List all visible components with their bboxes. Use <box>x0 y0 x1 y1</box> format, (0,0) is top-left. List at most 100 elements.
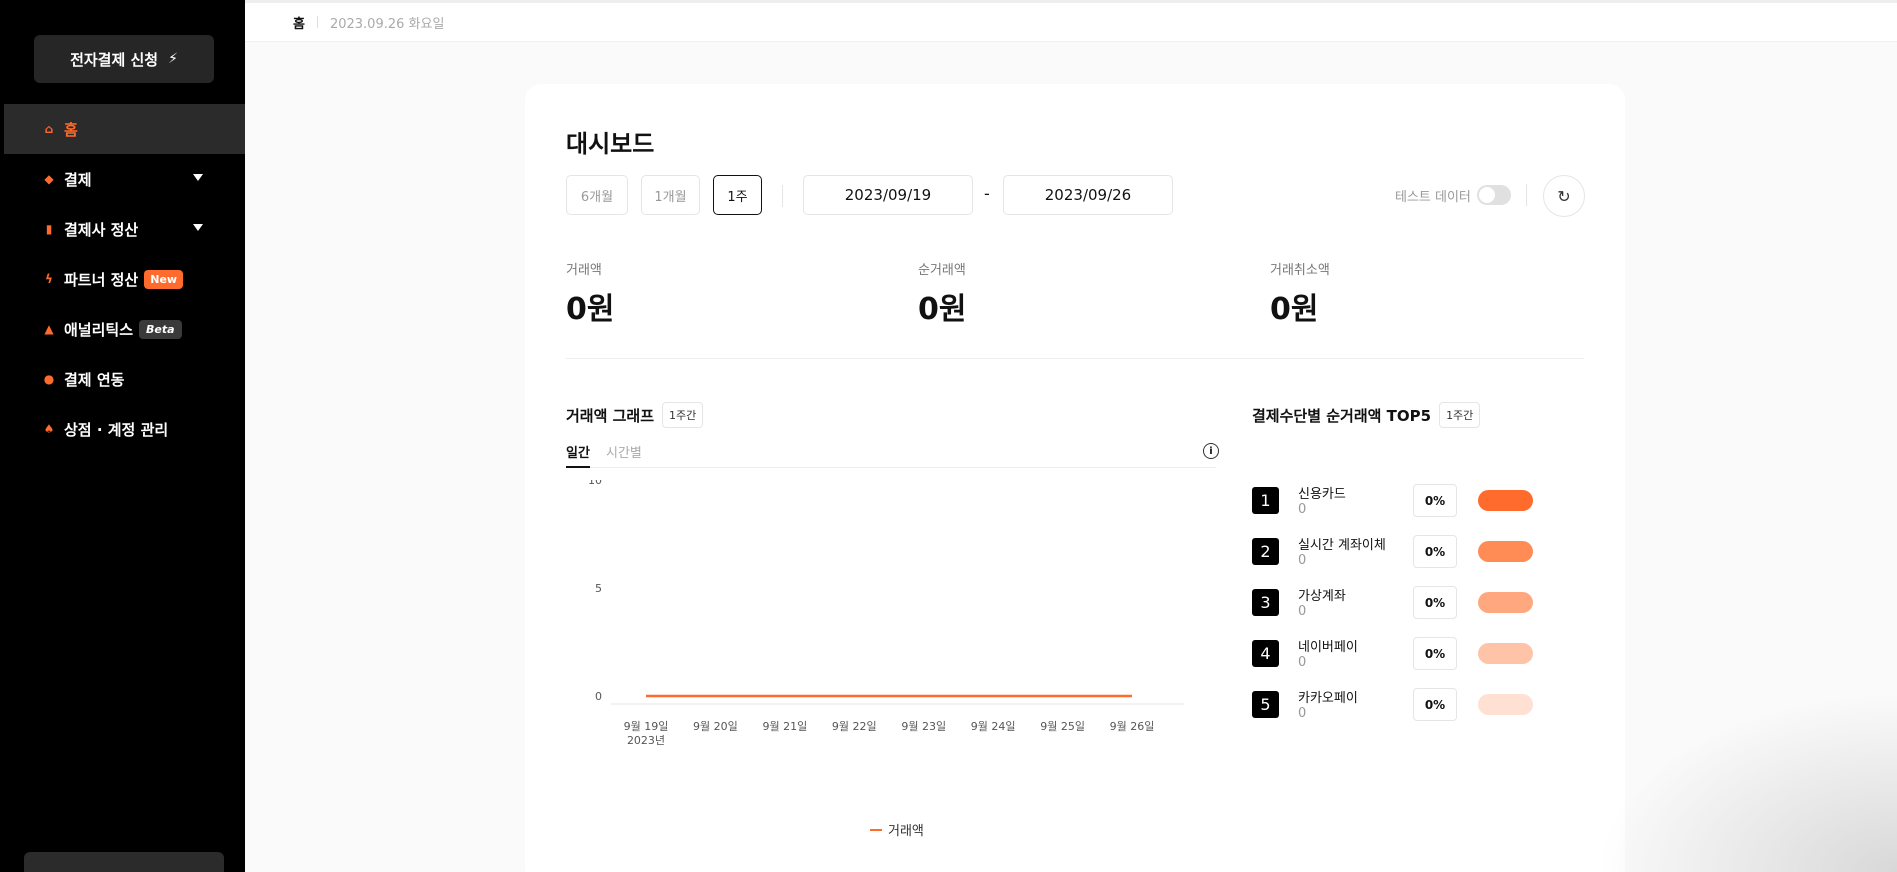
y-tick-label: 0 <box>595 690 602 703</box>
x-tick-label: 9월 21일 <box>762 719 807 733</box>
x-tick-label: 9월 22일 <box>832 719 877 733</box>
top5-list: 1 신용카드 0 0% 2 실시간 계좌이체 0 0% 3 가상계좌 0 0% … <box>1252 484 1582 739</box>
rank-number: 3 <box>1252 589 1279 616</box>
method-name: 네이버페이 <box>1298 640 1358 655</box>
method-name: 신용카드 <box>1298 487 1346 502</box>
list-item: 4 네이버페이 0 0% <box>1252 637 1582 688</box>
x-tick-label: 9월 25일 <box>1040 719 1085 733</box>
y-tick-label: 5 <box>595 582 602 595</box>
method-percent: 0% <box>1413 535 1457 568</box>
period-1-week-button[interactable]: 1주 <box>713 175 762 215</box>
new-badge: New <box>144 269 184 289</box>
period-tag: 1주간 <box>662 402 704 428</box>
chart-legend: 거래액 <box>870 820 924 839</box>
legend-label: 거래액 <box>888 824 924 839</box>
info-icon[interactable]: i <box>1203 443 1219 459</box>
method-percent: 0% <box>1413 637 1457 670</box>
sidebar-item-home[interactable]: ⌂ 홈 <box>4 104 245 154</box>
x-tick-label: 9월 20일 <box>693 719 738 733</box>
method-value: 0 <box>1298 502 1307 517</box>
y-tick-label: 10 <box>588 480 602 487</box>
chevron-down-icon <box>193 224 203 231</box>
method-color-bar <box>1478 592 1533 613</box>
method-value: 0 <box>1298 655 1307 670</box>
test-data-label: 테스트 데이터 <box>1395 190 1471 205</box>
page-title: 대시보드 <box>566 130 655 158</box>
x-tick-label: 9월 19일 <box>624 719 669 733</box>
apply-payment-button[interactable]: 전자결제 신청 ⚡ <box>34 35 214 83</box>
apply-button-label: 전자결제 신청 <box>70 50 159 69</box>
method-color-bar <box>1478 541 1533 562</box>
divider <box>782 185 783 207</box>
dashboard-card: 대시보드 6개월 1개월 1주 2023/09/19 - 2023/09/26 … <box>525 84 1625 872</box>
background-shade <box>1597 692 1897 872</box>
sidebar-item-partner-settlement[interactable]: ϟ 파트너 정산 New <box>4 254 245 304</box>
tab-hourly[interactable]: 시간별 <box>606 442 642 468</box>
list-item: 2 실시간 계좌이체 0 0% <box>1252 535 1582 586</box>
sidebar-item-analytics[interactable]: ▲ 애널리틱스 Beta <box>4 304 245 354</box>
stat-label: 순거래액 <box>918 263 966 278</box>
rank-number: 4 <box>1252 640 1279 667</box>
date-from-input[interactable]: 2023/09/19 <box>803 175 973 215</box>
divider <box>1526 184 1527 206</box>
breadcrumb-home[interactable]: 홈 <box>293 13 305 32</box>
method-name: 실시간 계좌이체 <box>1298 538 1386 553</box>
stat-transaction-amount: 거래액 0원 <box>566 259 614 328</box>
x-tick-label: 9월 23일 <box>901 719 946 733</box>
x-tick-label: 9월 26일 <box>1110 719 1155 733</box>
date-separator: - <box>984 184 990 203</box>
list-item: 5 카카오페이 0 0% <box>1252 688 1582 739</box>
rank-number: 2 <box>1252 538 1279 565</box>
home-icon: ⌂ <box>44 122 54 136</box>
stat-label: 거래취소액 <box>1270 263 1330 278</box>
breadcrumb: 홈 2023.09.26 화요일 <box>245 0 1897 42</box>
method-name: 가상계좌 <box>1298 589 1346 604</box>
method-percent: 0% <box>1413 586 1457 619</box>
period-1-month-button[interactable]: 1개월 <box>641 175 700 215</box>
legend-line-icon <box>870 828 882 831</box>
stat-label: 거래액 <box>566 263 602 278</box>
sidebar-item-pg-settlement[interactable]: ▮ 결제사 정산 <box>4 204 245 254</box>
section-divider <box>566 358 1584 359</box>
sidebar-item-payment[interactable]: ◆ 결제 <box>4 154 245 204</box>
tab-daily[interactable]: 일간 <box>566 442 590 468</box>
graph-tabs: 일간 시간별 <box>566 442 1216 468</box>
period-6-months-button[interactable]: 6개월 <box>566 175 628 215</box>
stat-cancel-amount: 거래취소액 0원 <box>1270 259 1330 328</box>
method-color-bar <box>1478 694 1533 715</box>
rank-number: 1 <box>1252 487 1279 514</box>
sidebar-item-integration[interactable]: ● 결제 연동 <box>4 354 245 404</box>
list-item: 3 가상계좌 0 0% <box>1252 586 1582 637</box>
method-percent: 0% <box>1413 688 1457 721</box>
sidebar-bottom-panel[interactable] <box>24 852 224 872</box>
rank-number: 5 <box>1252 691 1279 718</box>
sidebar-item-store-account[interactable]: ♠ 상점 · 계정 관리 <box>4 404 245 454</box>
period-tag: 1주간 <box>1439 402 1481 428</box>
refresh-button[interactable]: ↻ <box>1543 175 1585 217</box>
method-value: 0 <box>1298 604 1307 619</box>
stat-value: 0원 <box>918 292 967 327</box>
sidebar: 전자결제 신청 ⚡ ⌂ 홈 ◆ 결제 ▮ 결제사 정산 ϟ 파트너 정산 New… <box>0 0 245 872</box>
x-tick-label: 9월 24일 <box>971 719 1016 733</box>
list-item: 1 신용카드 0 0% <box>1252 484 1582 535</box>
link-icon: ● <box>43 372 55 386</box>
method-percent: 0% <box>1413 484 1457 517</box>
graph-title: 거래액 그래프 1주간 <box>566 402 704 428</box>
bolt-icon: ⚡ <box>168 51 178 67</box>
x-tick-sublabel: 2023년 <box>627 734 665 747</box>
layers-icon: ◆ <box>44 172 54 186</box>
method-value: 0 <box>1298 553 1307 568</box>
date-to-input[interactable]: 2023/09/26 <box>1003 175 1173 215</box>
method-name: 카카오페이 <box>1298 691 1358 706</box>
refresh-icon: ↻ <box>1557 186 1571 206</box>
beta-badge: Beta <box>139 319 182 339</box>
stat-net-amount: 순거래액 0원 <box>918 259 966 328</box>
breadcrumb-divider <box>316 16 318 28</box>
test-data-toggle[interactable] <box>1477 185 1511 205</box>
top5-title: 결제수단별 순거래액 TOP5 1주간 <box>1252 402 1481 428</box>
method-color-bar <box>1478 643 1533 664</box>
bolt-icon: ϟ <box>45 272 53 286</box>
method-value: 0 <box>1298 706 1307 721</box>
transaction-chart: 10 5 0 9월 19일 9월 20일 9월 21일 9월 22일 9월 23일 9월 24… <box>588 480 1184 747</box>
store-icon: ♠ <box>43 422 55 436</box>
